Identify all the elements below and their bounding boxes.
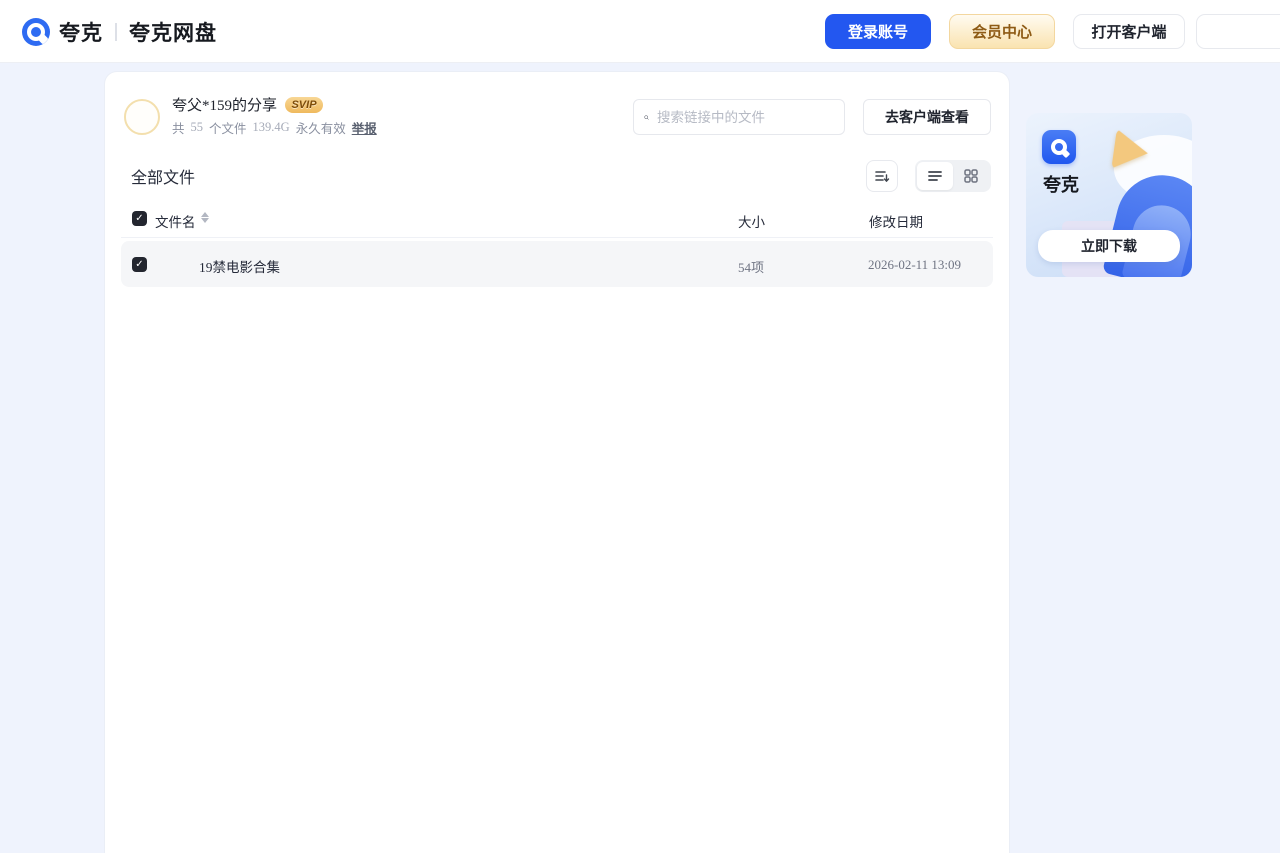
share-title: 夸父*159的分享 <box>172 98 278 114</box>
name-sort-carets-icon[interactable] <box>201 212 209 223</box>
list-view-icon <box>928 171 942 181</box>
search-input[interactable] <box>657 109 834 125</box>
play-triangle-icon <box>1111 128 1151 174</box>
search-box[interactable] <box>633 99 845 135</box>
download-now-button[interactable]: 立即下载 <box>1038 230 1180 262</box>
vip-center-button[interactable]: 会员中心 <box>949 14 1055 49</box>
share-panel: 夸父*159的分享 SVIP 共 55 个文件 139.4G 永久有效 举报 去客户… <box>105 72 1009 853</box>
extra-button[interactable] <box>1196 14 1280 49</box>
top-header: 夸克 夸克网盘 登录账号 会员中心 打开客户端 <box>0 0 1280 63</box>
login-button[interactable]: 登录账号 <box>825 14 931 49</box>
validity: 永久有效 <box>295 122 346 136</box>
sort-icon <box>875 171 890 182</box>
app-download-card[interactable]: 夸克 立即下载 <box>1026 113 1192 277</box>
stats-prefix: 共 <box>172 122 185 136</box>
grid-view-button[interactable] <box>953 162 989 190</box>
table-row[interactable]: 19禁电影合集 54项 2026-02-11 13:09 <box>121 241 993 287</box>
svip-badge: SVIP <box>285 96 324 113</box>
row-checkbox[interactable] <box>132 257 147 272</box>
quark-app-icon <box>1042 130 1076 164</box>
promo-app-name: 夸克 <box>1043 175 1079 195</box>
report-link[interactable]: 举报 <box>352 118 377 137</box>
open-client-button[interactable]: 打开客户端 <box>1073 14 1185 49</box>
file-count: 55 <box>190 120 204 134</box>
file-name[interactable]: 19禁电影合集 <box>199 256 280 276</box>
sort-button[interactable] <box>866 160 898 192</box>
total-size: 139.4G <box>252 120 290 134</box>
search-icon <box>644 114 649 120</box>
column-header-modified: 修改日期 <box>869 215 923 230</box>
column-header-name[interactable]: 文件名 <box>155 211 196 231</box>
file-count-unit: 个文件 <box>209 122 247 136</box>
all-files-label: 全部文件 <box>131 170 196 187</box>
column-header-size: 大小 <box>738 215 765 230</box>
grid-view-icon <box>964 169 978 183</box>
goto-client-button[interactable]: 去客户端查看 <box>863 99 991 135</box>
table-divider <box>121 237 993 238</box>
list-view-button[interactable] <box>917 162 953 190</box>
view-toggle <box>915 160 991 192</box>
file-size: 54项 <box>738 260 765 275</box>
share-stats: 共 55 个文件 139.4G 永久有效 举报 <box>172 118 377 137</box>
file-modified-date: 2026-02-11 13:09 <box>868 257 962 272</box>
select-all-checkbox[interactable] <box>132 211 147 226</box>
table-header: 文件名 大小 修改日期 <box>105 204 1009 236</box>
avatar <box>124 99 160 135</box>
file-icon-slot <box>161 250 189 278</box>
